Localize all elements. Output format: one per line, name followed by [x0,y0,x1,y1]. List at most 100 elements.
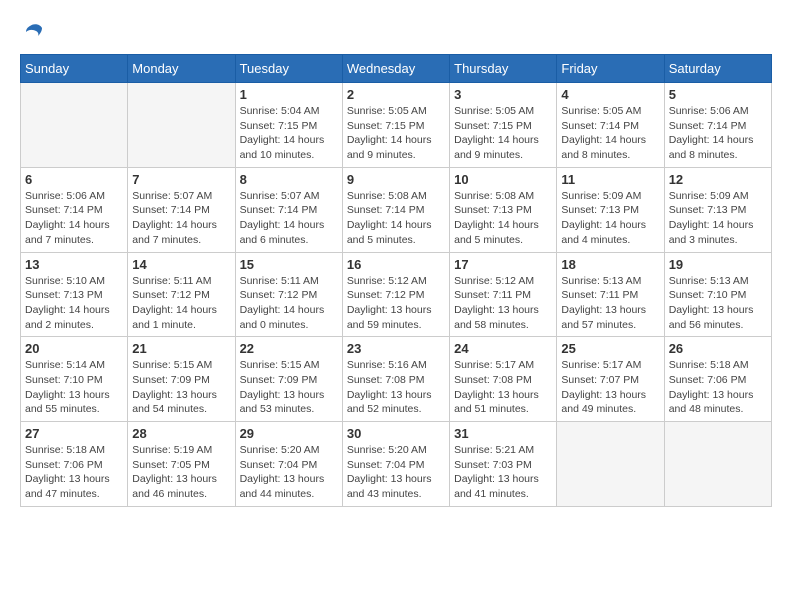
calendar-header-wednesday: Wednesday [342,55,449,83]
day-info: Sunrise: 5:20 AMSunset: 7:04 PMDaylight:… [240,443,338,502]
calendar-cell: 3 Sunrise: 5:05 AMSunset: 7:15 PMDaylight… [450,83,557,168]
calendar-cell: 8 Sunrise: 5:07 AMSunset: 7:14 PMDaylight… [235,167,342,252]
calendar-header-row: SundayMondayTuesdayWednesdayThursdayFrid… [21,55,772,83]
day-info: Sunrise: 5:12 AMSunset: 7:12 PMDaylight:… [347,274,445,333]
calendar-cell: 31 Sunrise: 5:21 AMSunset: 7:03 PMDayligh… [450,422,557,507]
calendar-week-row: 27 Sunrise: 5:18 AMSunset: 7:06 PMDayligh… [21,422,772,507]
day-number: 1 [240,87,338,102]
day-number: 25 [561,341,659,356]
calendar-cell: 22Sunrise: 5:15 AMSunset: 7:09 PMDayligh… [235,337,342,422]
calendar-cell [664,422,771,507]
day-number: 11 [561,172,659,187]
day-info: Sunrise: 5:16 AMSunset: 7:08 PMDaylight:… [347,358,445,417]
calendar-cell: 10 Sunrise: 5:08 AMSunset: 7:13 PMDayligh… [450,167,557,252]
calendar-cell [21,83,128,168]
calendar-cell: 21Sunrise: 5:15 AMSunset: 7:09 PMDayligh… [128,337,235,422]
day-number: 31 [454,426,552,441]
day-number: 5 [669,87,767,102]
calendar-header-monday: Monday [128,55,235,83]
day-info: Sunrise: 5:18 AMSunset: 7:06 PMDaylight:… [669,358,767,417]
day-info: Sunrise: 5:15 AMSunset: 7:09 PMDaylight:… [132,358,230,417]
day-info: Sunrise: 5:21 AMSunset: 7:03 PMDaylight:… [454,443,552,502]
day-number: 10 [454,172,552,187]
day-info: Sunrise: 5:13 AMSunset: 7:11 PMDaylight:… [561,274,659,333]
calendar-cell: 17 Sunrise: 5:12 AMSunset: 7:11 PMDayligh… [450,252,557,337]
day-number: 2 [347,87,445,102]
day-number: 29 [240,426,338,441]
calendar-cell [128,83,235,168]
calendar-table: SundayMondayTuesdayWednesdayThursdayFrid… [20,54,772,507]
logo-text [20,20,46,44]
day-info: Sunrise: 5:19 AMSunset: 7:05 PMDaylight:… [132,443,230,502]
day-number: 17 [454,257,552,272]
calendar-cell: 27 Sunrise: 5:18 AMSunset: 7:06 PMDayligh… [21,422,128,507]
calendar-cell: 19Sunrise: 5:13 AMSunset: 7:10 PMDayligh… [664,252,771,337]
day-info: Sunrise: 5:05 AMSunset: 7:14 PMDaylight:… [561,104,659,163]
calendar-cell: 7 Sunrise: 5:07 AMSunset: 7:14 PMDaylight… [128,167,235,252]
day-info: Sunrise: 5:12 AMSunset: 7:11 PMDaylight:… [454,274,552,333]
day-info: Sunrise: 5:11 AMSunset: 7:12 PMDaylight:… [132,274,230,333]
day-number: 27 [25,426,123,441]
page-header [20,20,772,44]
day-number: 15 [240,257,338,272]
day-number: 28 [132,426,230,441]
calendar-header-sunday: Sunday [21,55,128,83]
calendar-cell: 24 Sunrise: 5:17 AMSunset: 7:08 PMDayligh… [450,337,557,422]
day-info: Sunrise: 5:11 AMSunset: 7:12 PMDaylight:… [240,274,338,333]
day-number: 18 [561,257,659,272]
calendar-header-saturday: Saturday [664,55,771,83]
calendar-cell: 14 Sunrise: 5:11 AMSunset: 7:12 PMDayligh… [128,252,235,337]
day-info: Sunrise: 5:17 AMSunset: 7:08 PMDaylight:… [454,358,552,417]
calendar-week-row: 6 Sunrise: 5:06 AMSunset: 7:14 PMDaylight… [21,167,772,252]
calendar-cell: 12Sunrise: 5:09 AMSunset: 7:13 PMDayligh… [664,167,771,252]
logo [20,20,46,44]
day-info: Sunrise: 5:04 AMSunset: 7:15 PMDaylight:… [240,104,338,163]
calendar-week-row: 13 Sunrise: 5:10 AMSunset: 7:13 PMDayligh… [21,252,772,337]
calendar-cell: 20Sunrise: 5:14 AMSunset: 7:10 PMDayligh… [21,337,128,422]
day-info: Sunrise: 5:05 AMSunset: 7:15 PMDaylight:… [347,104,445,163]
calendar-cell: 28 Sunrise: 5:19 AMSunset: 7:05 PMDayligh… [128,422,235,507]
day-number: 24 [454,341,552,356]
calendar-cell: 5 Sunrise: 5:06 AMSunset: 7:14 PMDaylight… [664,83,771,168]
day-number: 3 [454,87,552,102]
calendar-cell: 2 Sunrise: 5:05 AMSunset: 7:15 PMDaylight… [342,83,449,168]
calendar-cell: 11 Sunrise: 5:09 AMSunset: 7:13 PMDayligh… [557,167,664,252]
day-info: Sunrise: 5:18 AMSunset: 7:06 PMDaylight:… [25,443,123,502]
calendar-week-row: 1 Sunrise: 5:04 AMSunset: 7:15 PMDaylight… [21,83,772,168]
calendar-cell: 29 Sunrise: 5:20 AMSunset: 7:04 PMDayligh… [235,422,342,507]
day-number: 14 [132,257,230,272]
day-info: Sunrise: 5:07 AMSunset: 7:14 PMDaylight:… [240,189,338,248]
day-number: 7 [132,172,230,187]
day-number: 9 [347,172,445,187]
day-info: Sunrise: 5:13 AMSunset: 7:10 PMDaylight:… [669,274,767,333]
day-number: 4 [561,87,659,102]
calendar-cell: 9 Sunrise: 5:08 AMSunset: 7:14 PMDaylight… [342,167,449,252]
calendar-cell: 1 Sunrise: 5:04 AMSunset: 7:15 PMDaylight… [235,83,342,168]
day-number: 23 [347,341,445,356]
day-number: 6 [25,172,123,187]
day-info: Sunrise: 5:09 AMSunset: 7:13 PMDaylight:… [669,189,767,248]
calendar-cell: 6 Sunrise: 5:06 AMSunset: 7:14 PMDaylight… [21,167,128,252]
day-info: Sunrise: 5:06 AMSunset: 7:14 PMDaylight:… [25,189,123,248]
day-info: Sunrise: 5:08 AMSunset: 7:14 PMDaylight:… [347,189,445,248]
day-info: Sunrise: 5:20 AMSunset: 7:04 PMDaylight:… [347,443,445,502]
day-info: Sunrise: 5:07 AMSunset: 7:14 PMDaylight:… [132,189,230,248]
calendar-cell: 15 Sunrise: 5:11 AMSunset: 7:12 PMDayligh… [235,252,342,337]
day-info: Sunrise: 5:09 AMSunset: 7:13 PMDaylight:… [561,189,659,248]
day-info: Sunrise: 5:06 AMSunset: 7:14 PMDaylight:… [669,104,767,163]
day-info: Sunrise: 5:10 AMSunset: 7:13 PMDaylight:… [25,274,123,333]
calendar-header-tuesday: Tuesday [235,55,342,83]
day-number: 13 [25,257,123,272]
calendar-header-thursday: Thursday [450,55,557,83]
calendar-cell: 26Sunrise: 5:18 AMSunset: 7:06 PMDayligh… [664,337,771,422]
calendar-week-row: 20Sunrise: 5:14 AMSunset: 7:10 PMDayligh… [21,337,772,422]
day-info: Sunrise: 5:08 AMSunset: 7:13 PMDaylight:… [454,189,552,248]
day-info: Sunrise: 5:15 AMSunset: 7:09 PMDaylight:… [240,358,338,417]
calendar-cell: 23 Sunrise: 5:16 AMSunset: 7:08 PMDayligh… [342,337,449,422]
day-number: 30 [347,426,445,441]
day-info: Sunrise: 5:05 AMSunset: 7:15 PMDaylight:… [454,104,552,163]
logo-bird-icon [22,20,46,44]
day-info: Sunrise: 5:14 AMSunset: 7:10 PMDaylight:… [25,358,123,417]
day-number: 16 [347,257,445,272]
day-number: 8 [240,172,338,187]
